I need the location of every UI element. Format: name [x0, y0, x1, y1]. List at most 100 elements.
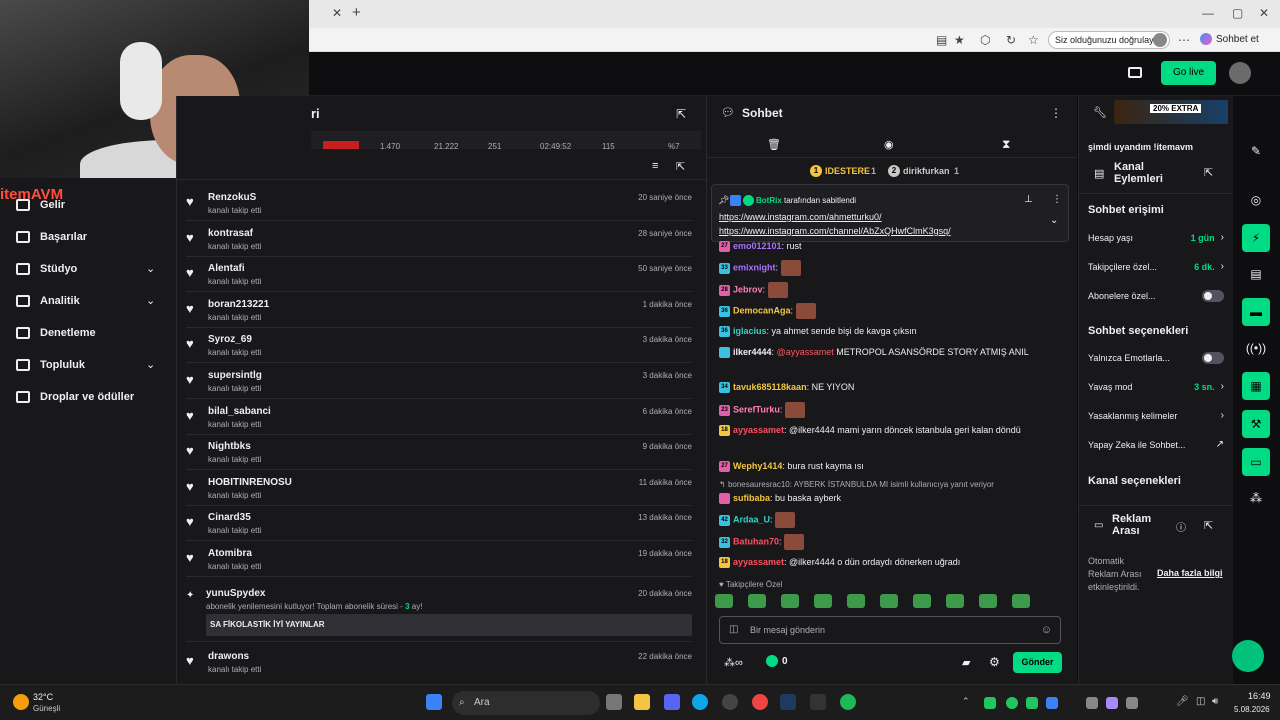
chat-username[interactable]: tavuk685118kaan [733, 382, 807, 392]
obs-icon[interactable] [810, 694, 826, 710]
emote-icon[interactable] [847, 594, 865, 608]
sidebar-item-studyo[interactable]: Stüdyo [16, 259, 77, 279]
chat-mention[interactable]: @ayyassamet [777, 347, 834, 357]
account-age-row[interactable]: Hesap yaşı 1 gün › [1088, 232, 1224, 243]
list-item[interactable]: ♥ bilal_sabanci kanalı takip etti 6 dakika … [186, 400, 692, 435]
edge-icon[interactable] [692, 694, 708, 710]
sidebar-item-denetleme[interactable]: Denetleme [16, 323, 96, 343]
stream-preview-icon[interactable] [1128, 67, 1142, 78]
new-tab-icon[interactable]: + [352, 4, 361, 21]
extensions-icon[interactable]: ⬡ [980, 33, 990, 47]
chat-username[interactable]: Jebrov [733, 284, 763, 294]
chevron-down-icon[interactable]: ⌄ [146, 294, 155, 307]
chevron-down-icon[interactable]: ⌄ [1050, 215, 1058, 226]
tray-icon[interactable] [984, 697, 996, 709]
emote-icon[interactable] [748, 594, 766, 608]
list-item[interactable]: ♥ Syroz_69 kanalı takip etti 3 dakika önce [186, 328, 692, 364]
sidebar-item-droplar[interactable]: Droplar ve ödüller [16, 387, 134, 407]
pinned-link[interactable]: https://www.instagram.com/channel/AbZxQH… [719, 226, 951, 236]
maximize-icon[interactable]: ▢ [1232, 6, 1243, 20]
info-icon[interactable]: ⓘ [1176, 519, 1186, 534]
chat-username[interactable]: DemocanAga [733, 305, 791, 315]
gear-icon[interactable]: ⚙ [989, 655, 1000, 669]
chat-username[interactable]: Ardaa_U [733, 514, 770, 524]
more-menu-icon[interactable]: ⋯ [1178, 33, 1190, 47]
emote-icon[interactable] [880, 594, 898, 608]
volume-icon[interactable]: 🔊︎ [1212, 696, 1218, 707]
emote-icon[interactable] [781, 594, 799, 608]
tray-icon[interactable] [1006, 697, 1018, 709]
chat-username[interactable]: iglacius [733, 326, 767, 336]
banned-words-row[interactable]: Yasaklanmış kelimeler › [1088, 410, 1224, 421]
tray-icon[interactable] [1026, 697, 1038, 709]
emote-icon[interactable] [913, 594, 931, 608]
apps-icon[interactable]: ⁂ [1242, 484, 1270, 512]
list-item[interactable]: ♥ boran213221 kanalı takip etti 1 dakika ön… [186, 293, 692, 328]
chat-menu-icon[interactable]: ⋮ [1050, 106, 1062, 120]
help-button[interactable] [1232, 640, 1264, 672]
minimize-icon[interactable]: — [1202, 6, 1214, 20]
close-tab-icon[interactable]: ✕ [332, 6, 342, 20]
chrome-icon[interactable] [752, 694, 768, 710]
reader-icon[interactable]: ▤ [936, 33, 947, 47]
list-item[interactable]: ♥ supersintlg kanalı takip etti 3 dakika ön… [186, 364, 692, 399]
chevron-up-icon[interactable]: ⌃ [962, 696, 970, 707]
slow-mode-row[interactable]: Yavaş mod 3 sn. › [1088, 381, 1224, 392]
ad-learn-more-link[interactable]: Daha fazla bilgi [1157, 568, 1223, 578]
chat-username[interactable]: sufibaba [733, 493, 770, 503]
send-button[interactable]: Gönder [1013, 652, 1062, 673]
list-item[interactable]: ♥ Atomibra kanalı takip etti 19 dakika önce [186, 542, 692, 577]
list-item[interactable]: ♥ Alentafi kanalı takip etti 50 saniye önce [186, 257, 692, 293]
emotes-only-row[interactable]: Yalnızca Emotlarla... [1088, 352, 1224, 364]
taskbar-search[interactable]: ⌕ Ara [452, 691, 600, 715]
list-item[interactable]: ♥ kontrasaf kanalı takip etti 28 saniye önc… [186, 222, 692, 257]
pinned-link[interactable]: https://www.instagram.com/ahmetturku0/ [719, 212, 882, 222]
file-explorer-icon[interactable] [634, 694, 650, 710]
go-live-button[interactable]: Go live [1161, 61, 1216, 85]
chat-username[interactable]: ayyassamet [733, 557, 784, 567]
chat-icon[interactable]: ▬ [1242, 298, 1270, 326]
discord-icon[interactable] [664, 694, 680, 710]
collections-icon[interactable]: ☆ [1028, 33, 1039, 47]
tray-icon[interactable] [1126, 697, 1138, 709]
popout-icon[interactable]: ⇱ [1204, 519, 1213, 532]
infinity-icon[interactable]: ⁂∞ [724, 656, 743, 669]
chat-bubble-icon[interactable]: ▰ [962, 656, 970, 669]
user-avatar[interactable] [1229, 62, 1251, 84]
spotify-icon[interactable] [840, 694, 856, 710]
filter-icon[interactable]: ≡ [652, 160, 658, 172]
pencil-icon[interactable]: ✎ [1242, 137, 1270, 165]
emoji-icon[interactable]: ☺ [1041, 617, 1052, 643]
popout-icon[interactable]: ⇱ [676, 107, 686, 121]
emote-icon[interactable] [1012, 594, 1030, 608]
activity-icon[interactable]: ▦ [1242, 372, 1270, 400]
popout-icon[interactable]: ⇱ [676, 160, 685, 173]
chevron-down-icon[interactable]: ⌄ [146, 262, 155, 275]
list-item[interactable]: ♥ RenzokuS kanalı takip etti 20 saniye önce [186, 186, 692, 221]
leader-name[interactable]: IDESTERE [825, 166, 870, 176]
hourglass-icon[interactable]: ⧗ [1002, 137, 1010, 152]
chat-username[interactable]: Batuhan70 [733, 536, 779, 546]
chat-username[interactable]: emo012101 [733, 241, 782, 251]
subs-only-row[interactable]: Abonelere özel... [1088, 290, 1224, 302]
leader-name[interactable]: dirikfurkan [903, 166, 950, 176]
sidebar-item-gelir[interactable]: Gelir [16, 195, 65, 215]
tray-icon[interactable] [1106, 697, 1118, 709]
promo-banner[interactable]: 20% EXTRA [1114, 100, 1228, 124]
list-item[interactable]: ♥ Nightbks kanalı takip etti 9 dakika önce [186, 435, 692, 471]
chat-input[interactable]: ◫ Bir mesaj gönderin ☺ [719, 616, 1061, 644]
list-item[interactable]: ♥ drawons kanalı takip etti 22 dakika ön… [186, 645, 692, 680]
trash-icon[interactable]: 🗑︎ [767, 138, 781, 151]
chat-username[interactable]: SerefTurku [733, 404, 780, 414]
popout-icon[interactable]: ⇱ [1204, 166, 1213, 179]
list-item[interactable]: ♥ HOBITINRENOSU kanalı takip etti 11 dakika… [186, 471, 692, 506]
sidebar-item-analitik[interactable]: Analitik [16, 291, 80, 311]
steam-icon[interactable] [780, 694, 796, 710]
windows-start-icon[interactable] [426, 694, 442, 710]
emote-icon[interactable] [979, 594, 997, 608]
copilot-chat-button[interactable]: Sohbet et [1200, 31, 1259, 49]
broadcast-icon[interactable]: ((•)) [1242, 334, 1270, 362]
emote-icon[interactable] [715, 594, 733, 608]
wrench-icon[interactable]: 🔧︎ [1093, 106, 1107, 119]
refresh-icon[interactable]: ↻ [1006, 33, 1016, 47]
